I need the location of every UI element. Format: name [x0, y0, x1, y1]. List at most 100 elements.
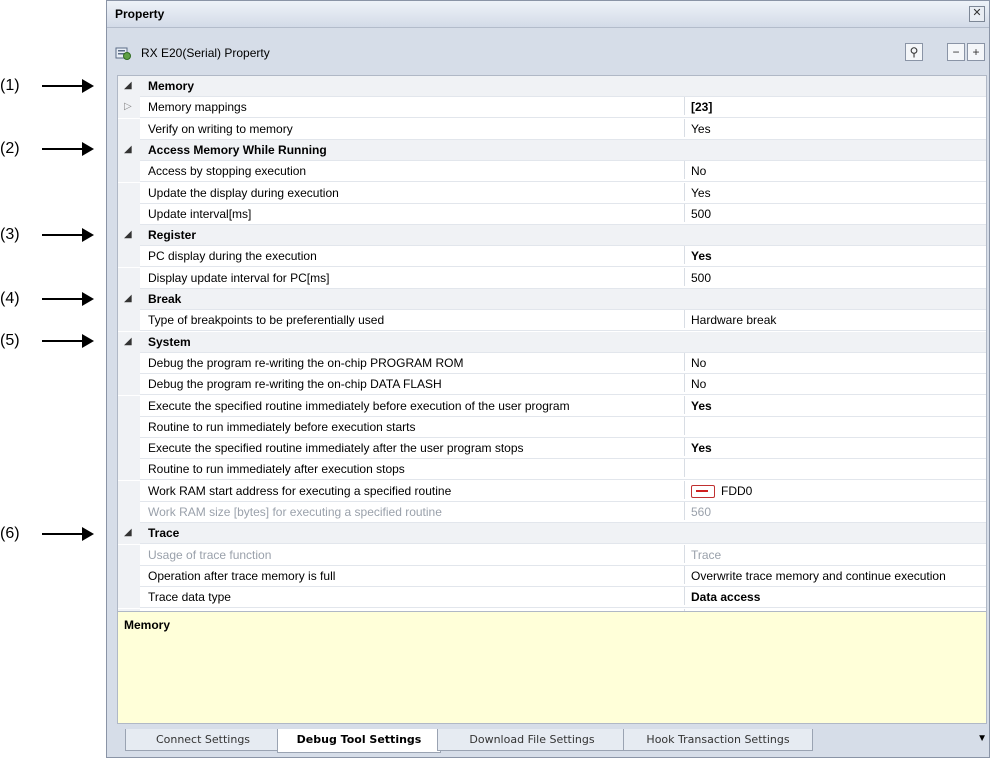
- category-label: Register: [148, 228, 197, 243]
- arrow-right-icon: [82, 228, 94, 242]
- callout-1: (1): [0, 76, 94, 96]
- property-row[interactable]: Execute the specified routine immediatel…: [118, 438, 986, 460]
- property-name: Access by stopping execution: [148, 164, 307, 179]
- callout-label: (1): [0, 77, 20, 94]
- property-value[interactable]: Yes: [684, 395, 986, 414]
- property-value[interactable]: 500: [684, 267, 986, 286]
- property-value: [684, 332, 986, 350]
- property-row[interactable]: Debug the program re-writing the on-chip…: [118, 352, 986, 374]
- property-name: Memory mappings: [148, 100, 247, 115]
- property-value[interactable]: Yes: [684, 182, 986, 201]
- property-name: Routine to run immediately before execut…: [148, 419, 416, 434]
- collapse-arrow-icon[interactable]: ◢: [124, 229, 132, 240]
- callout-6: (6): [0, 524, 94, 544]
- category-row[interactable]: ◢ System: [118, 331, 986, 353]
- tab-bar: ▼ Connect Settings Debug Tool Settings Dow…: [117, 729, 987, 753]
- property-row[interactable]: Type of breakpoints to be preferentially…: [118, 310, 986, 332]
- category-row[interactable]: ◢ Trace: [118, 523, 986, 545]
- category-row[interactable]: ◢ Break: [118, 289, 986, 310]
- property-row[interactable]: Work RAM size [bytes] for executing a sp…: [118, 502, 986, 523]
- callout-label: (5): [0, 332, 20, 349]
- row-gutter: [118, 438, 140, 460]
- property-row[interactable]: Routine to run immediately before execut…: [118, 416, 986, 438]
- property-row[interactable]: Operation after trace memory is full Over…: [118, 565, 986, 587]
- arrow-right-icon: [82, 334, 94, 348]
- arrow-right-icon: [82, 142, 94, 156]
- category-row[interactable]: ◢ Register: [118, 225, 986, 247]
- property-row[interactable]: Verify on writing to memory Yes: [118, 118, 986, 140]
- property-row[interactable]: Usage of trace function Trace: [118, 544, 986, 566]
- property-header: RX E20(Serial) Property ⚲ − +: [115, 43, 985, 65]
- collapse-arrow-icon[interactable]: ◢: [124, 527, 132, 538]
- dropdown-arrow-icon[interactable]: ▼: [977, 733, 987, 744]
- tab-debug-tool-settings[interactable]: Debug Tool Settings: [277, 729, 441, 753]
- property-value[interactable]: [684, 416, 986, 435]
- expand-arrow-icon[interactable]: ▷: [124, 101, 132, 112]
- expand-all-button[interactable]: +: [967, 43, 985, 61]
- close-icon[interactable]: ✕: [969, 6, 985, 22]
- property-value[interactable]: No: [684, 161, 986, 180]
- category-row[interactable]: ◢ Memory: [118, 76, 986, 97]
- property-value[interactable]: Data access: [684, 587, 986, 606]
- property-value[interactable]: [684, 459, 986, 478]
- collapse-arrow-icon[interactable]: ◢: [124, 293, 132, 304]
- row-gutter: [118, 565, 140, 587]
- property-value[interactable]: No: [684, 374, 986, 393]
- arrow-right-icon: [82, 79, 94, 93]
- property-row[interactable]: Display update interval for PC[ms] 500: [118, 267, 986, 289]
- property-row[interactable]: Execute the specified routine immediatel…: [118, 395, 986, 417]
- callout-2: (2): [0, 139, 94, 159]
- row-gutter: [118, 544, 140, 566]
- panel-title: Property: [115, 7, 165, 21]
- property-value: [684, 523, 986, 541]
- category-row[interactable]: ◢ Access Memory While Running: [118, 139, 986, 161]
- property-value[interactable]: FDD0: [684, 480, 986, 499]
- property-row[interactable]: ▷ Memory mappings [23]: [118, 97, 986, 119]
- tab-hook-transaction-settings[interactable]: Hook Transaction Settings: [623, 729, 813, 751]
- callout-label: (6): [0, 525, 20, 542]
- property-name: Work RAM size [bytes] for executing a sp…: [148, 505, 442, 519]
- property-row[interactable]: Debug the program re-writing the on-chip…: [118, 374, 986, 396]
- collapse-all-button[interactable]: −: [947, 43, 965, 61]
- callout-label: (2): [0, 140, 20, 157]
- property-value[interactable]: Yes: [684, 118, 986, 137]
- row-gutter: [118, 459, 140, 481]
- property-value[interactable]: Overwrite trace memory and continue exec…: [684, 565, 986, 584]
- property-value: [684, 76, 986, 94]
- arrow-right-icon: [82, 527, 94, 541]
- description-title: Memory: [124, 618, 171, 632]
- property-value[interactable]: Trace: [684, 544, 986, 563]
- row-gutter: [118, 502, 140, 523]
- search-icon[interactable]: ⚲: [905, 43, 923, 61]
- property-name: Debug the program re-writing the on-chip…: [148, 355, 464, 370]
- property-row[interactable]: Update the display during execution Yes: [118, 182, 986, 204]
- property-row[interactable]: Access by stopping execution No: [118, 161, 986, 183]
- property-row[interactable]: PC display during the execution Yes: [118, 246, 986, 268]
- row-gutter: [118, 203, 140, 225]
- property-value[interactable]: Yes: [684, 246, 986, 265]
- collapse-arrow-icon[interactable]: ◢: [124, 80, 132, 91]
- callout-4: (4): [0, 289, 94, 309]
- property-panel: Property ✕ RX E20(Serial) Property ⚲ − +…: [106, 0, 990, 758]
- property-row[interactable]: Work RAM start address for executing a s…: [118, 480, 986, 502]
- property-row[interactable]: Trace data type Data access: [118, 587, 986, 609]
- tab-download-file-settings[interactable]: Download File Settings: [437, 729, 627, 751]
- property-value: [684, 289, 986, 307]
- property-row[interactable]: Routine to run immediately after executi…: [118, 459, 986, 481]
- collapse-arrow-icon[interactable]: ◢: [124, 336, 132, 347]
- property-value[interactable]: No: [684, 352, 986, 371]
- property-row[interactable]: Update interval[ms] 500: [118, 203, 986, 225]
- row-gutter: [118, 246, 140, 268]
- property-value[interactable]: 560: [684, 502, 986, 520]
- row-gutter: [118, 118, 140, 140]
- property-value[interactable]: Hardware break: [684, 310, 986, 329]
- tab-connect-settings[interactable]: Connect Settings: [125, 729, 281, 751]
- property-value[interactable]: [23]: [684, 97, 986, 116]
- row-gutter: [118, 161, 140, 183]
- description-pane: Memory: [117, 611, 987, 724]
- collapse-arrow-icon[interactable]: ◢: [124, 144, 132, 155]
- property-value: [684, 140, 986, 158]
- property-name: Usage of trace function: [148, 547, 272, 562]
- property-value[interactable]: Yes: [684, 438, 986, 457]
- property-value[interactable]: 500: [684, 203, 986, 222]
